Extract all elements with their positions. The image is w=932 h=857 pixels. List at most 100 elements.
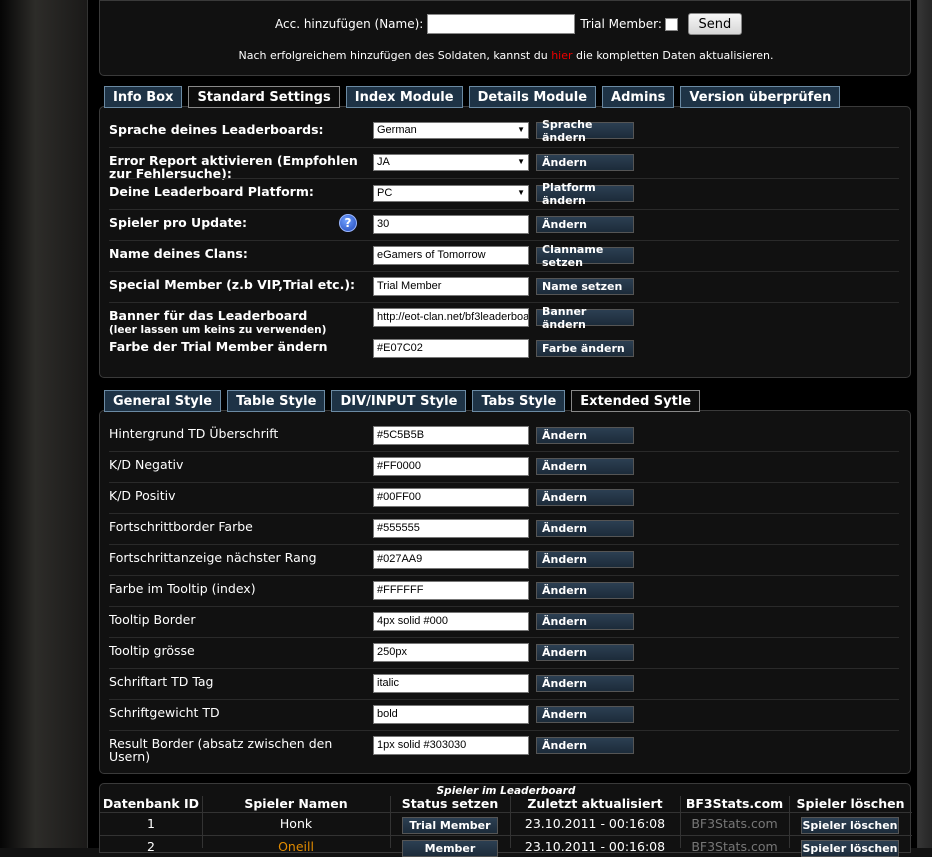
players-per-update-change-button[interactable]: Ändern — [536, 216, 634, 233]
style-row-input[interactable]: #027AA9 — [373, 550, 529, 569]
column-header-bf3stats: BF3Stats.com — [685, 796, 784, 811]
change-platform-button[interactable]: Platform ändern — [536, 181, 634, 207]
column-header-name: Spieler Namen — [244, 796, 348, 811]
player-name[interactable]: Oneill — [202, 839, 390, 854]
tab-general-style[interactable]: General Style — [104, 390, 222, 412]
column-header-id: Datenbank ID — [102, 796, 200, 811]
style-row-label: Farbe im Tooltip (index) — [109, 581, 256, 596]
style-row-label: Schriftart TD Tag — [109, 674, 214, 689]
status-button[interactable]: Member — [402, 840, 498, 857]
divider — [100, 812, 912, 813]
change-banner-button[interactable]: Banner ändern — [536, 305, 634, 331]
divider — [109, 451, 899, 452]
style-row-change-button[interactable]: Ändern — [536, 644, 634, 661]
tab-div-input-style[interactable]: DIV/INPUT Style — [331, 390, 467, 412]
tab-tabs-style[interactable]: Tabs Style — [472, 390, 566, 412]
divider — [109, 513, 899, 514]
players-per-update-input[interactable]: 30 — [373, 215, 529, 234]
clan-name-label: Name deines Clans: — [109, 246, 248, 261]
divider — [109, 271, 899, 272]
bf3stats-link[interactable]: BF3Stats.com — [680, 839, 789, 854]
tab-extended-style[interactable]: Extended Sytle — [571, 390, 701, 412]
style-row-label: Tooltip grösse — [109, 643, 195, 658]
style-row-input[interactable]: #FFFFFF — [373, 581, 529, 600]
player-id: 1 — [147, 816, 155, 831]
special-member-input[interactable]: Trial Member — [373, 277, 529, 296]
style-row-change-button[interactable]: Ändern — [536, 675, 634, 692]
platform-select[interactable]: PC ▼ — [373, 185, 529, 202]
tab-version-check[interactable]: Version überprüfen — [680, 86, 841, 108]
add-account-form: Acc. hinzufügen (Name): Trial Member: Se… — [275, 13, 742, 35]
style-row-input[interactable]: #5C5B5B — [373, 426, 529, 445]
style-row-input[interactable]: #555555 — [373, 519, 529, 538]
info-text: Nach erfolgreichem hinzufügen des Soldat… — [100, 49, 912, 62]
chevron-down-icon: ▼ — [517, 188, 525, 197]
info-text-before: Nach erfolgreichem hinzufügen des Soldat… — [238, 49, 552, 62]
column-header-updated: Zuletzt aktualisiert — [527, 796, 663, 811]
info-text-after: die kompletten Daten aktualisieren. — [572, 49, 774, 62]
banner-url-input[interactable]: http://eot-clan.net/bf3leaderboard — [373, 308, 529, 327]
divider — [109, 147, 899, 148]
status-button[interactable]: Trial Member — [402, 817, 498, 834]
style-row-input[interactable]: bold — [373, 705, 529, 724]
last-updated: 23.10.2011 - 00:16:08 — [524, 816, 666, 831]
tab-admins[interactable]: Admins — [602, 86, 675, 108]
help-icon[interactable]: ? — [339, 214, 357, 232]
style-tabs: General Style Table Style DIV/INPUT Styl… — [104, 390, 706, 412]
trial-color-label: Farbe der Trial Member ändern — [109, 339, 328, 354]
chevron-down-icon: ▼ — [517, 125, 525, 134]
error-report-label: Error Report aktivieren (Empfohlen zur Fe… — [109, 153, 358, 181]
banner-label: Banner für das Leaderboard (leer lassen u… — [109, 308, 327, 336]
send-button[interactable]: Send — [687, 13, 742, 35]
delete-player-button[interactable]: Spieler löschen — [801, 817, 899, 834]
style-row-change-button[interactable]: Ändern — [536, 551, 634, 568]
style-row-change-button[interactable]: Ändern — [536, 489, 634, 506]
tab-details-module[interactable]: Details Module — [468, 86, 597, 108]
style-row-label: Tooltip Border — [109, 612, 196, 627]
bf3stats-link[interactable]: BF3Stats.com — [680, 816, 789, 831]
language-select[interactable]: German ▼ — [373, 122, 529, 139]
style-row-input[interactable]: italic — [373, 674, 529, 693]
trial-color-input[interactable]: #E07C02 — [373, 339, 529, 358]
player-name[interactable]: Honk — [202, 816, 390, 831]
set-clan-name-button[interactable]: Clanname setzen — [536, 243, 634, 269]
platform-label: Deine Leaderboard Platform: — [109, 184, 314, 199]
clan-name-input[interactable]: eGamers of Tomorrow — [373, 246, 529, 265]
style-row-label: Schriftgewicht TD — [109, 705, 220, 720]
style-row-input[interactable]: 1px solid #303030 — [373, 736, 529, 755]
trial-member-label: Trial Member: — [580, 17, 662, 31]
style-row-input[interactable]: #FF0000 — [373, 457, 529, 476]
style-row-change-button[interactable]: Ändern — [536, 427, 634, 444]
error-report-change-button[interactable]: Ändern — [536, 154, 634, 171]
divider — [100, 835, 912, 836]
change-color-button[interactable]: Farbe ändern — [536, 340, 634, 357]
divider — [109, 209, 899, 210]
set-name-button[interactable]: Name setzen — [536, 278, 634, 295]
divider — [109, 544, 899, 545]
delete-player-button[interactable]: Spieler löschen — [801, 840, 899, 857]
style-row-input[interactable]: 4px solid #000 — [373, 612, 529, 631]
tab-index-module[interactable]: Index Module — [345, 86, 463, 108]
tab-standard-settings[interactable]: Standard Settings — [188, 86, 340, 108]
background-art-left — [0, 0, 88, 848]
style-row-input[interactable]: #00FF00 — [373, 488, 529, 507]
divider — [109, 699, 899, 700]
style-row-label: K/D Negativ — [109, 457, 184, 472]
style-row-change-button[interactable]: Ändern — [536, 737, 634, 754]
style-row-label: Hintergrund TD Überschrift — [109, 426, 279, 441]
style-row-change-button[interactable]: Ändern — [536, 458, 634, 475]
info-link-hier[interactable]: hier — [551, 49, 572, 62]
style-row-change-button[interactable]: Ändern — [536, 582, 634, 599]
style-row-input[interactable]: 250px — [373, 643, 529, 662]
trial-member-checkbox[interactable] — [664, 17, 678, 31]
account-name-input[interactable] — [427, 14, 576, 34]
style-row-change-button[interactable]: Ändern — [536, 613, 634, 630]
style-row-change-button[interactable]: Ändern — [536, 520, 634, 537]
change-language-button[interactable]: Sprache ändern — [536, 118, 634, 144]
style-row-change-button[interactable]: Ändern — [536, 706, 634, 723]
last-updated: 23.10.2011 - 00:16:08 — [524, 839, 666, 854]
tab-info-box[interactable]: Info Box — [104, 86, 183, 108]
error-report-select[interactable]: JA ▼ — [373, 154, 529, 171]
tab-table-style[interactable]: Table Style — [227, 390, 326, 412]
divider — [109, 730, 899, 731]
